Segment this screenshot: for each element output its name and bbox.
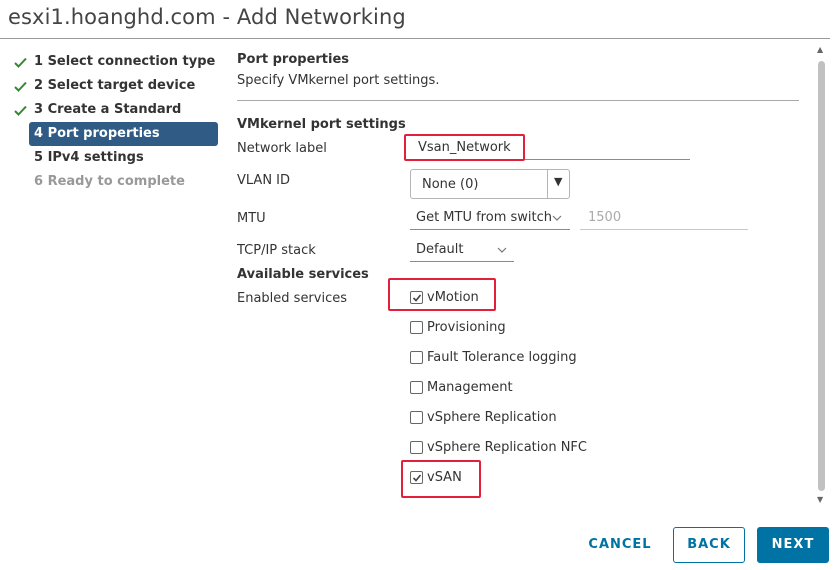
step-label: 2 Select target device xyxy=(34,78,196,93)
mtu-mode-value: Get MTU from switch xyxy=(416,210,552,225)
dialog-title: esxi1.hoanghd.com - Add Networking xyxy=(8,5,406,29)
select-separator xyxy=(547,170,548,198)
wizard-steps: 1 Select connection type 2 Select target… xyxy=(10,50,220,194)
checkbox-icon[interactable] xyxy=(410,441,423,454)
service-label: vSphere Replication NFC xyxy=(427,440,587,455)
step-port-properties[interactable]: 4 Port properties xyxy=(29,122,218,146)
title-divider xyxy=(0,38,830,39)
highlight-box xyxy=(404,134,525,161)
service-label: Management xyxy=(427,380,513,395)
cancel-button[interactable]: CANCEL xyxy=(575,527,665,563)
step-label: 6 Ready to complete xyxy=(34,174,185,189)
mtu-mode-select[interactable]: Get MTU from switch xyxy=(410,208,570,230)
vlan-id-value: None (0) xyxy=(422,177,479,192)
mtu-value-input[interactable]: 1500 xyxy=(580,208,748,230)
step-create-standard-switch[interactable]: 3 Create a Standard Switch xyxy=(10,98,220,141)
checkbox-icon[interactable] xyxy=(410,351,423,364)
tcpip-stack-value: Default xyxy=(416,242,464,257)
scrollbar[interactable]: ▲ ▼ xyxy=(815,45,827,510)
service-label: Fault Tolerance logging xyxy=(427,350,577,365)
scroll-down-icon[interactable]: ▼ xyxy=(817,495,823,504)
services-section-title: Available services xyxy=(237,267,369,282)
step-label: 4 Port properties xyxy=(34,126,160,141)
mtu-caption: MTU xyxy=(237,211,266,226)
service-label: vSphere Replication xyxy=(427,410,557,425)
step-ipv4-settings[interactable]: 5 IPv4 settings xyxy=(10,146,220,170)
next-button[interactable]: NEXT xyxy=(757,527,829,563)
page-description: Specify VMkernel port settings. xyxy=(237,73,440,88)
back-button[interactable]: BACK xyxy=(673,527,745,563)
caret-down-icon: ▼ xyxy=(554,175,563,188)
checkmark-icon xyxy=(14,50,28,74)
chevron-down-icon xyxy=(552,211,562,226)
step-select-connection-type[interactable]: 1 Select connection type xyxy=(10,50,220,74)
section-divider xyxy=(237,100,799,101)
vlan-id-caption: VLAN ID xyxy=(237,173,291,188)
network-label-caption: Network label xyxy=(237,141,327,156)
chevron-down-icon xyxy=(497,243,507,258)
checkmark-icon xyxy=(14,98,28,122)
highlight-box xyxy=(388,278,496,311)
step-ready-to-complete: 6 Ready to complete xyxy=(10,170,220,194)
checkbox-icon[interactable] xyxy=(410,381,423,394)
checkbox-icon[interactable] xyxy=(410,411,423,424)
step-select-target-device[interactable]: 2 Select target device xyxy=(10,74,220,98)
highlight-box xyxy=(401,460,481,498)
vlan-id-select[interactable]: None (0) ▼ xyxy=(410,169,570,199)
vmkernel-section-title: VMkernel port settings xyxy=(237,117,406,132)
enabled-services-caption: Enabled services xyxy=(237,291,348,306)
port-properties-panel: Port properties Specify VMkernel port se… xyxy=(237,52,802,101)
page-title: Port properties xyxy=(237,52,350,67)
tcpip-stack-caption: TCP/IP stack xyxy=(237,243,316,258)
step-label: 1 Select connection type xyxy=(34,54,216,69)
step-label: 5 IPv4 settings xyxy=(34,150,144,165)
service-label: Provisioning xyxy=(427,320,506,335)
tcpip-stack-select[interactable]: Default xyxy=(410,240,514,262)
scroll-thumb[interactable] xyxy=(818,61,825,491)
scroll-up-icon[interactable]: ▲ xyxy=(817,45,823,54)
checkbox-icon[interactable] xyxy=(410,321,423,334)
checkmark-icon xyxy=(14,74,28,98)
